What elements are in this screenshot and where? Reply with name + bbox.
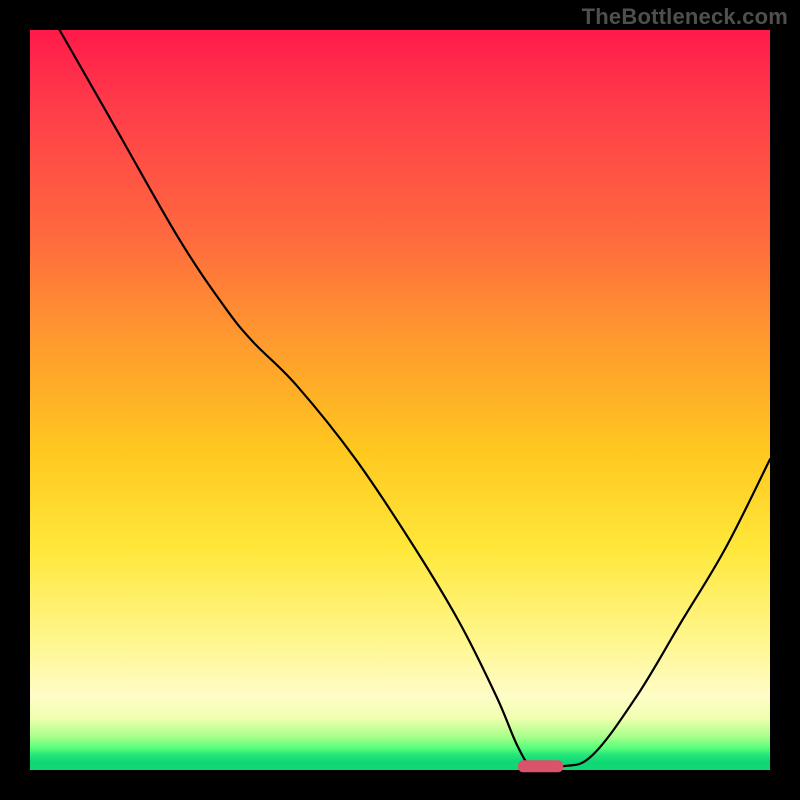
chart-frame: TheBottleneck.com [0, 0, 800, 800]
chart-svg [30, 30, 770, 770]
minimum-marker [518, 761, 562, 772]
watermark-text: TheBottleneck.com [582, 4, 788, 30]
plot-area [30, 30, 770, 770]
bottleneck-curve [60, 30, 770, 768]
